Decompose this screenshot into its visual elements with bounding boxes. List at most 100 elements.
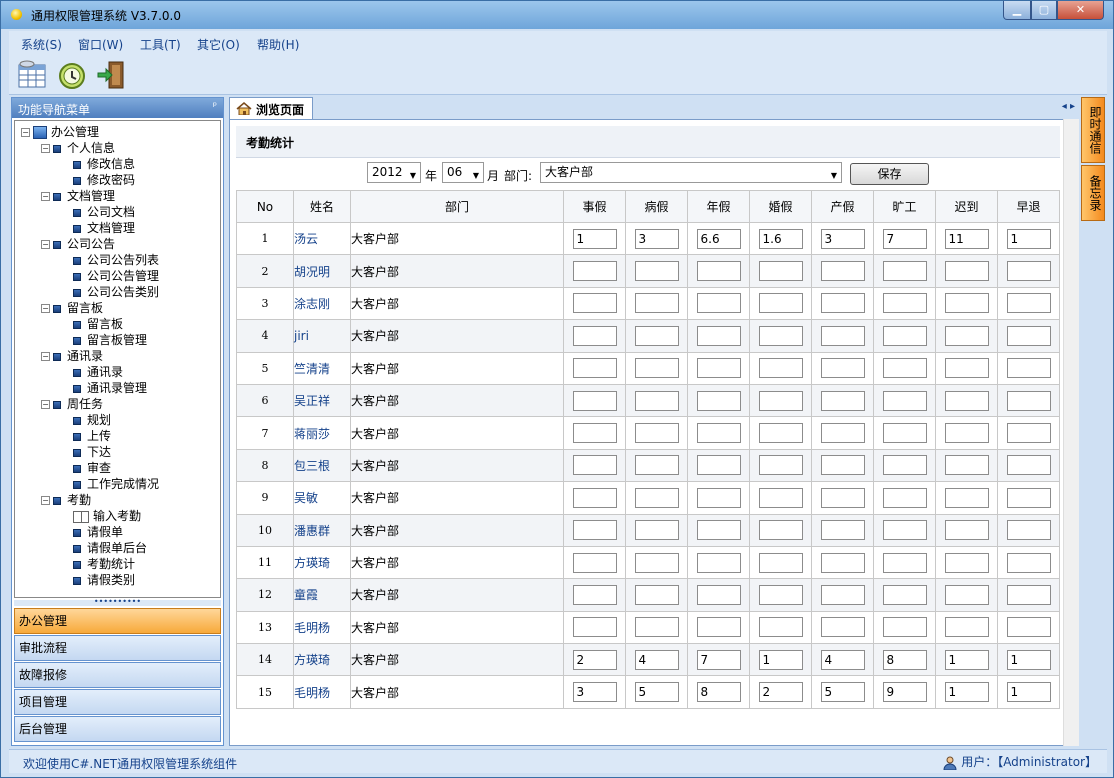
tree-node[interactable]: 公司公告管理 [61,268,159,284]
nav-button[interactable]: 办公管理 [14,608,221,634]
leave-input[interactable] [758,358,803,379]
leave-input[interactable] [758,390,803,411]
leave-input[interactable] [820,390,865,411]
tree-node[interactable]: − 留言板 [41,300,103,316]
leave-input[interactable] [572,552,617,573]
leave-input[interactable] [1006,617,1051,638]
leave-input[interactable]: 1 [944,649,989,670]
leave-input[interactable]: 1 [1006,649,1051,670]
employee-name[interactable]: jiri [293,319,351,353]
month-select[interactable]: 06 ▼ [442,162,484,183]
leave-input[interactable] [758,261,803,282]
menu-system[interactable]: 系统(S) [21,36,62,53]
collapse-icon[interactable]: − [41,496,50,505]
leave-input[interactable] [758,552,803,573]
leave-input[interactable] [634,584,679,605]
leave-input[interactable] [572,520,617,541]
tree-node[interactable]: − 考勤 [41,492,91,508]
leave-input[interactable] [696,358,741,379]
leave-input[interactable]: 1 [1006,228,1051,249]
leave-input[interactable] [572,487,617,508]
tree-node[interactable]: 请假单后台 [61,540,147,556]
leave-input[interactable] [944,325,989,346]
employee-name[interactable]: 蒋丽莎 [293,416,351,450]
leave-input[interactable] [696,325,741,346]
leave-input[interactable] [696,293,741,314]
employee-name[interactable]: 吴敏 [293,481,351,515]
tree-node[interactable]: 考勤统计 [61,556,135,572]
leave-input[interactable]: 3 [634,228,679,249]
leave-input[interactable] [758,487,803,508]
tree-node[interactable]: − 个人信息 [41,140,115,156]
leave-input[interactable] [572,293,617,314]
collapse-icon[interactable]: − [41,240,50,249]
leave-input[interactable] [572,261,617,282]
close-button[interactable]: ✕ [1057,1,1104,20]
leave-input[interactable] [944,423,989,444]
leave-input[interactable] [696,455,741,476]
leave-input[interactable] [696,261,741,282]
leave-input[interactable] [572,390,617,411]
leave-input[interactable] [882,584,927,605]
table-icon[interactable] [17,59,49,91]
leave-input[interactable]: 1.6 [758,228,803,249]
leave-input[interactable] [572,325,617,346]
employee-name[interactable]: 胡况明 [293,254,351,288]
employee-name[interactable]: 竺清清 [293,351,351,385]
leave-input[interactable]: 7 [882,228,927,249]
leave-input[interactable] [820,358,865,379]
leave-input[interactable] [944,455,989,476]
leave-input[interactable] [572,358,617,379]
nav-button[interactable]: 项目管理 [14,689,221,715]
leave-input[interactable] [634,455,679,476]
leave-input[interactable] [1006,358,1051,379]
leave-input[interactable] [634,390,679,411]
leave-input[interactable] [882,520,927,541]
employee-name[interactable]: 方瑛琦 [293,643,351,677]
tree-node[interactable]: 修改信息 [61,156,135,172]
leave-input[interactable] [820,261,865,282]
tree-node[interactable]: 上传 [61,428,111,444]
employee-name[interactable]: 吴正祥 [293,383,351,418]
leave-input[interactable] [882,358,927,379]
tree-node[interactable]: 输入考勤 [61,508,141,524]
tree-node[interactable]: − 周任务 [41,396,103,412]
leave-input[interactable]: 7 [696,649,741,670]
leave-input[interactable] [758,584,803,605]
leave-input[interactable] [634,520,679,541]
leave-input[interactable] [944,617,989,638]
leave-input[interactable]: 5 [634,682,679,703]
collapse-icon[interactable]: − [41,400,50,409]
tab-instant-message[interactable]: 即时通信 [1081,97,1105,163]
leave-input[interactable] [758,423,803,444]
leave-input[interactable] [1006,390,1051,411]
employee-name[interactable]: 毛明杨 [293,610,351,645]
nav-button[interactable]: 故障报修 [14,662,221,688]
leave-input[interactable] [572,455,617,476]
leave-input[interactable] [882,261,927,282]
tree-node[interactable]: 公司文档 [61,204,135,220]
tree-node[interactable]: 规划 [61,412,111,428]
leave-input[interactable] [882,617,927,638]
leave-input[interactable] [696,390,741,411]
leave-input[interactable]: 1 [572,228,617,249]
leave-input[interactable] [1006,293,1051,314]
leave-input[interactable] [1006,325,1051,346]
collapse-icon[interactable]: − [41,192,50,201]
collapse-icon[interactable]: − [41,352,50,361]
leave-input[interactable]: 3 [820,228,865,249]
employee-name[interactable]: 毛明杨 [293,675,351,709]
leave-input[interactable]: 6.6 [696,228,741,249]
leave-input[interactable] [696,552,741,573]
leave-input[interactable] [944,520,989,541]
leave-input[interactable] [882,487,927,508]
tree-node[interactable]: 留言板管理 [61,332,147,348]
leave-input[interactable] [758,293,803,314]
leave-input[interactable] [758,455,803,476]
leave-input[interactable] [634,487,679,508]
tree-node[interactable]: 请假类别 [61,572,135,588]
leave-input[interactable] [820,293,865,314]
leave-input[interactable] [944,584,989,605]
leave-input[interactable]: 8 [696,682,741,703]
leave-input[interactable] [944,552,989,573]
